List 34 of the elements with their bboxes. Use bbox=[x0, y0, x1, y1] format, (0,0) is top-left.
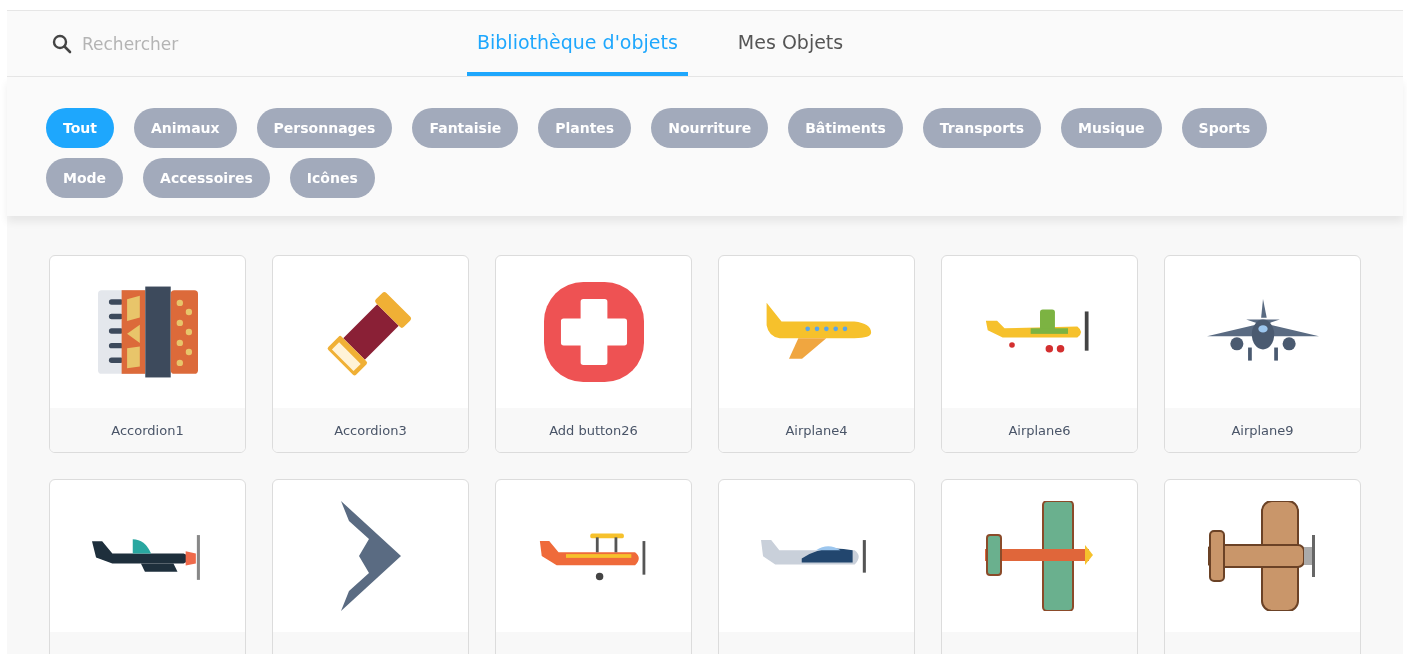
object-card[interactable] bbox=[1164, 479, 1361, 654]
object-card[interactable]: Accordion3 bbox=[272, 255, 469, 453]
object-card[interactable]: Airplane9 bbox=[1164, 255, 1361, 453]
category-chip[interactable]: Transports bbox=[922, 108, 1042, 148]
biplane-icon bbox=[1207, 501, 1318, 611]
search-icon bbox=[52, 33, 72, 54]
object-name: Airplane4 bbox=[785, 422, 848, 438]
category-chip[interactable]: Sports bbox=[1181, 108, 1268, 148]
object-name: Airplane6 bbox=[1008, 422, 1071, 438]
category-chip[interactable]: Icônes bbox=[289, 158, 375, 198]
stealth-plane-icon bbox=[340, 501, 401, 611]
category-chip[interactable]: Plantes bbox=[538, 108, 632, 148]
object-card[interactable] bbox=[49, 479, 246, 654]
category-chip[interactable]: Fantaisie bbox=[412, 108, 519, 148]
object-name: Accordion1 bbox=[111, 422, 184, 438]
object-name: Add button26 bbox=[549, 422, 638, 438]
tab[interactable]: Mes Objets bbox=[727, 11, 854, 76]
object-card[interactable]: Add button26 bbox=[495, 255, 692, 453]
category-chip[interactable]: Accessoires bbox=[143, 158, 270, 198]
search-field[interactable]: Rechercher bbox=[82, 33, 282, 54]
category-chip[interactable]: Animaux bbox=[133, 108, 237, 148]
object-name: Accordion3 bbox=[334, 422, 407, 438]
airplane-icon bbox=[984, 501, 1095, 611]
object-card[interactable]: Airplane4 bbox=[718, 255, 915, 453]
object-card[interactable]: Accordion1 bbox=[49, 255, 246, 453]
object-card[interactable]: Airplane6 bbox=[941, 255, 1138, 453]
category-chip[interactable]: Musique bbox=[1061, 108, 1162, 148]
object-name: Airplane9 bbox=[1231, 422, 1294, 438]
plus-button-icon bbox=[543, 282, 644, 382]
category-chip[interactable]: Nourriture bbox=[651, 108, 769, 148]
category-chip[interactable]: Tout bbox=[46, 108, 114, 148]
category-chip[interactable]: Bâtiments bbox=[788, 108, 903, 148]
category-chip[interactable]: Mode bbox=[46, 158, 124, 198]
category-chip[interactable]: Personnages bbox=[256, 108, 393, 148]
